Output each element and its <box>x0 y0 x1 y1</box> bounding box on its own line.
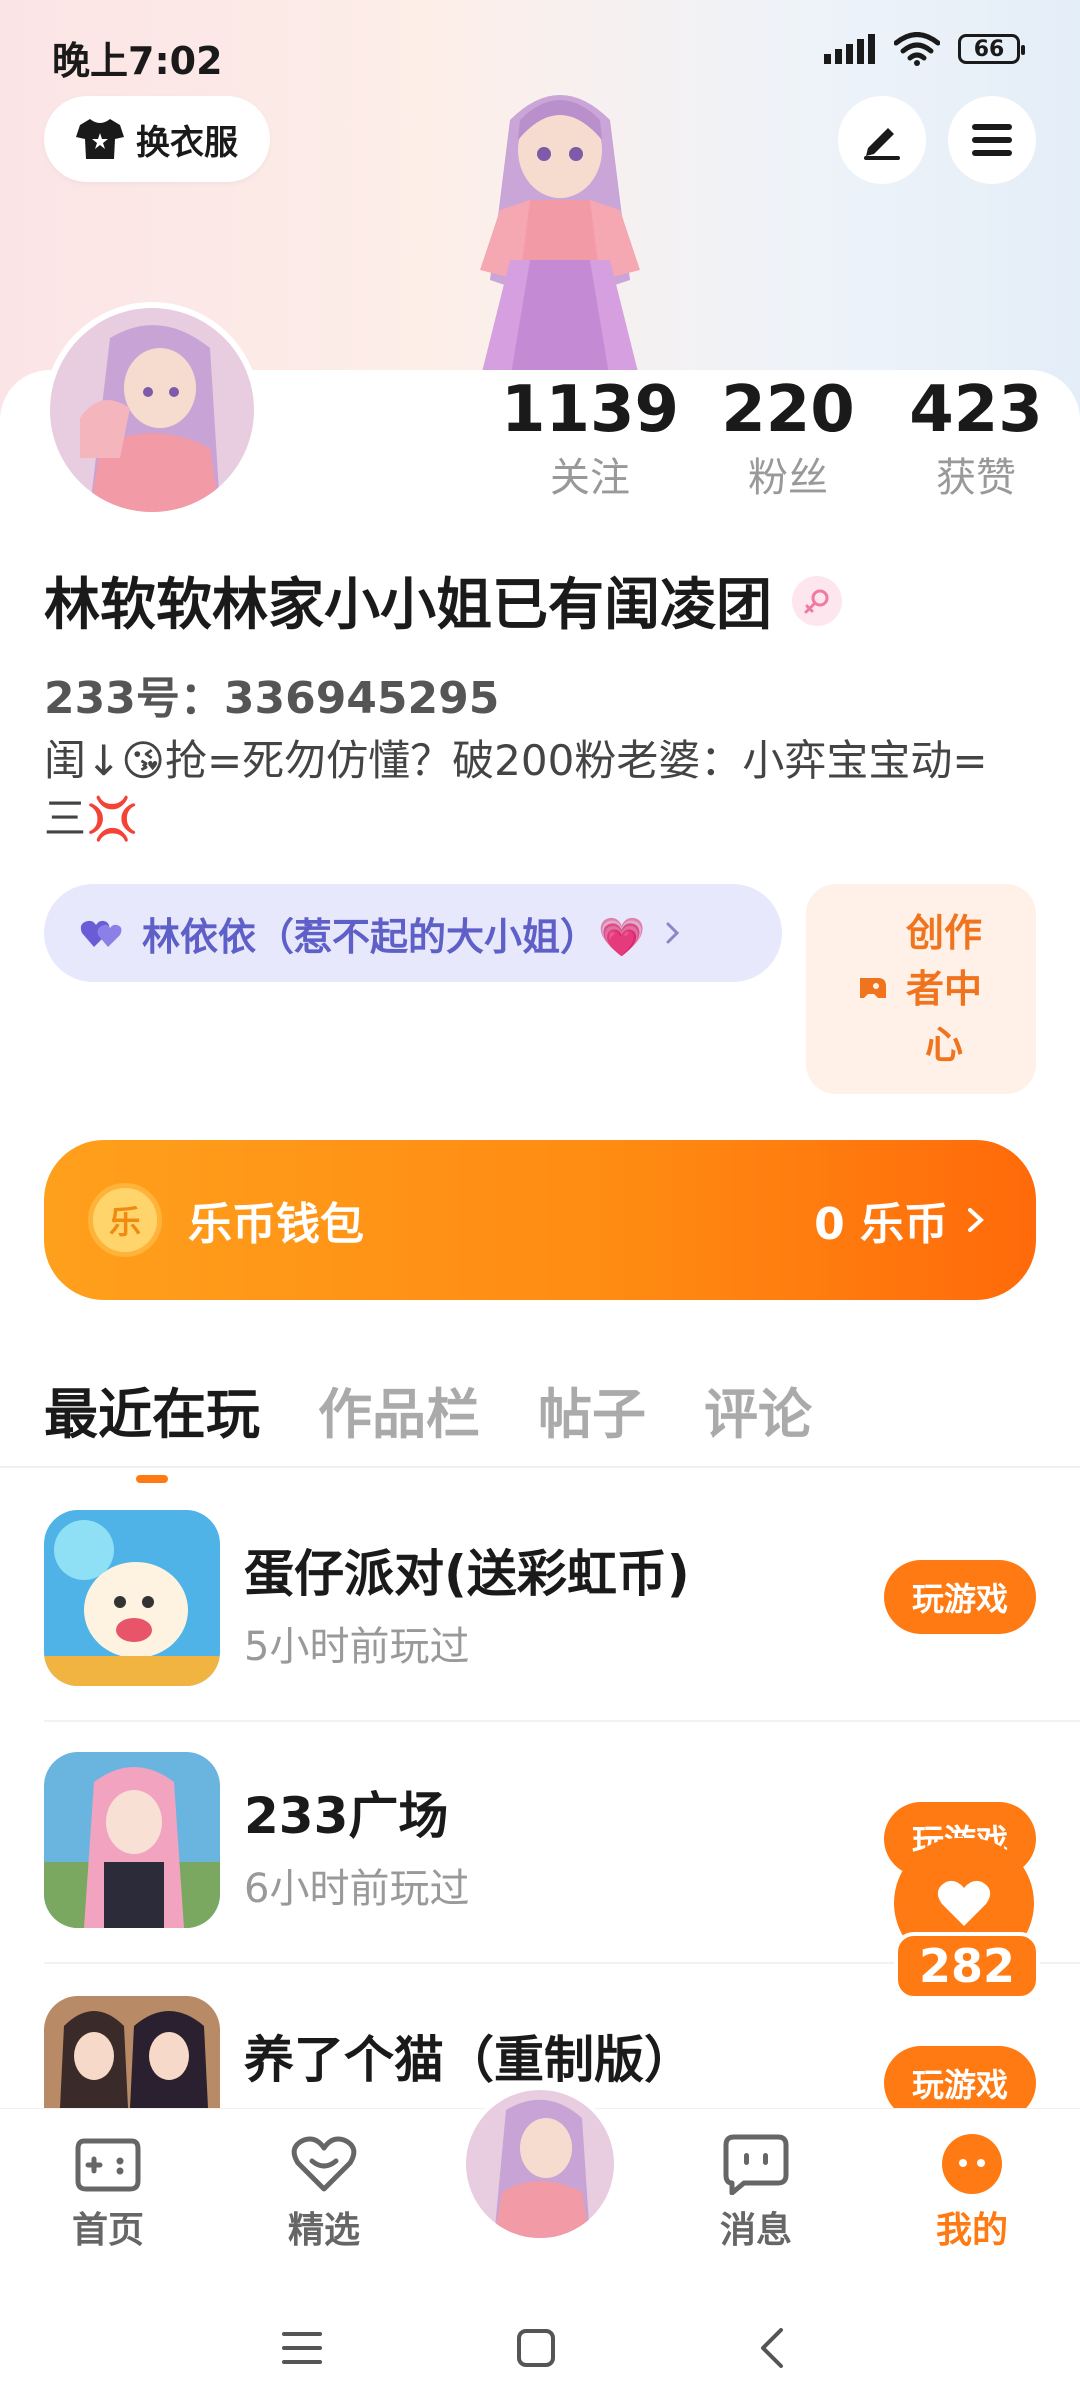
divider <box>44 1720 1080 1722</box>
nav-me-label: 我的 <box>935 2210 1008 2251</box>
game-icon <box>44 1752 220 1928</box>
nav-me[interactable]: 我的 <box>902 2133 1042 2253</box>
followers-stat[interactable]: 220 粉丝 <box>721 370 855 506</box>
tab-recent-played[interactable]: 最近在玩 <box>44 1370 260 1483</box>
double-heart-icon <box>80 920 122 947</box>
creator-center-label: 创作者中心 <box>905 911 982 1067</box>
creator-center-button[interactable]: 创作者中心 <box>806 884 1036 1094</box>
gender-female-icon <box>792 575 842 626</box>
back-button[interactable] <box>742 2318 802 2378</box>
pencil-icon <box>864 128 900 160</box>
tab-posts[interactable]: 帖子 <box>538 1370 646 1449</box>
bio: 闺↓😘抢=死勿仿懂？破200粉老婆：小弈宝宝动=三💢 <box>44 736 988 843</box>
game-last-played: 6小时前玩过 <box>244 1866 470 1912</box>
divider <box>0 1466 1080 1468</box>
gamepad-icon <box>75 2138 141 2192</box>
username: 林软软林家小小姐已有闺凌团 <box>44 560 842 641</box>
wallet-card[interactable]: 乐 乐币钱包 0 乐币 <box>44 1140 1036 1300</box>
tab-comments[interactable]: 评论 <box>704 1370 812 1449</box>
following-label: 关注 <box>550 455 630 501</box>
likes-label: 获赞 <box>936 455 1016 501</box>
chat-icon <box>723 2134 789 2195</box>
tshirt-icon <box>76 119 124 159</box>
avatar-image <box>50 308 254 512</box>
back-icon <box>761 2328 783 2368</box>
following-stat[interactable]: 1139 关注 <box>501 370 679 506</box>
wallet-title: 乐币钱包 <box>188 1199 364 1250</box>
wifi-icon <box>894 32 940 66</box>
heart-outline-icon <box>291 2136 357 2192</box>
game-last-played: 5小时前玩过 <box>244 1624 470 1670</box>
change-outfit-label: 换衣服 <box>136 122 238 163</box>
cp-relationship-pill[interactable]: 林依依（惹不起的大小姐）💗 <box>44 884 782 982</box>
gamepad-icon <box>860 978 886 998</box>
wallet-balance: 0 乐币 <box>814 1199 948 1250</box>
profile-tabs: 最近在玩 作品栏 帖子 评论 <box>44 1370 812 1483</box>
menu-button[interactable] <box>948 96 1036 184</box>
profile-face-icon <box>942 2134 1002 2194</box>
nav-messages-label: 消息 <box>719 2210 792 2251</box>
nav-messages[interactable]: 消息 <box>686 2133 826 2253</box>
likes-stat[interactable]: 423 获赞 <box>909 370 1043 506</box>
home-square-icon <box>517 2329 555 2367</box>
center-avatar-button[interactable] <box>462 2086 618 2242</box>
chevron-right-icon <box>968 1208 984 1232</box>
chevron-right-icon <box>666 922 680 944</box>
game-title: 养了个猫（重制版） <box>244 2031 694 2089</box>
heart-icon <box>937 1880 991 1926</box>
character-avatar-illustration <box>480 95 640 380</box>
user-id: 233号：336945295 <box>44 673 500 724</box>
battery-indicator: 66 <box>958 34 1025 64</box>
home-button[interactable] <box>506 2318 566 2378</box>
nav-featured[interactable]: 精选 <box>254 2133 394 2253</box>
username-text: 林软软林家小小姐已有闺凌团 <box>44 573 772 638</box>
likes-count: 423 <box>909 373 1043 447</box>
list-item[interactable]: 蛋仔派对(送彩虹币) 5小时前玩过 玩游戏 <box>44 1510 1036 1690</box>
menu-icon <box>972 124 1012 156</box>
avatar-image <box>466 2090 614 2238</box>
floating-like-count: 282 <box>894 1932 1040 2000</box>
game-icon <box>44 1510 220 1686</box>
nav-featured-label: 精选 <box>287 2210 360 2251</box>
play-game-button[interactable]: 玩游戏 <box>884 1560 1036 1634</box>
system-navigation-bar <box>0 2288 1080 2400</box>
game-title: 蛋仔派对(送彩虹币) <box>244 1545 690 1603</box>
followers-label: 粉丝 <box>748 455 828 501</box>
game-title: 233广场 <box>244 1787 449 1845</box>
status-time: 晚上7:02 <box>52 39 223 83</box>
nav-home-label: 首页 <box>71 2210 144 2251</box>
nav-home[interactable]: 首页 <box>38 2133 178 2253</box>
followers-count: 220 <box>721 373 855 447</box>
recent-apps-button[interactable] <box>272 2318 332 2378</box>
cp-partner-name: 林依依（惹不起的大小姐）💗 <box>142 914 646 959</box>
list-item[interactable]: 233广场 6小时前玩过 玩游戏 <box>44 1752 1036 1932</box>
following-count: 1139 <box>500 373 680 447</box>
status-icons: 66 <box>824 32 1025 66</box>
profile-avatar[interactable] <box>44 302 260 518</box>
tab-works[interactable]: 作品栏 <box>318 1370 480 1449</box>
change-outfit-button[interactable]: 换衣服 <box>44 96 270 182</box>
edit-profile-button[interactable] <box>838 96 926 184</box>
coin-icon: 乐 <box>88 1183 162 1257</box>
signal-icon <box>824 34 875 64</box>
recent-apps-icon <box>282 2332 322 2364</box>
